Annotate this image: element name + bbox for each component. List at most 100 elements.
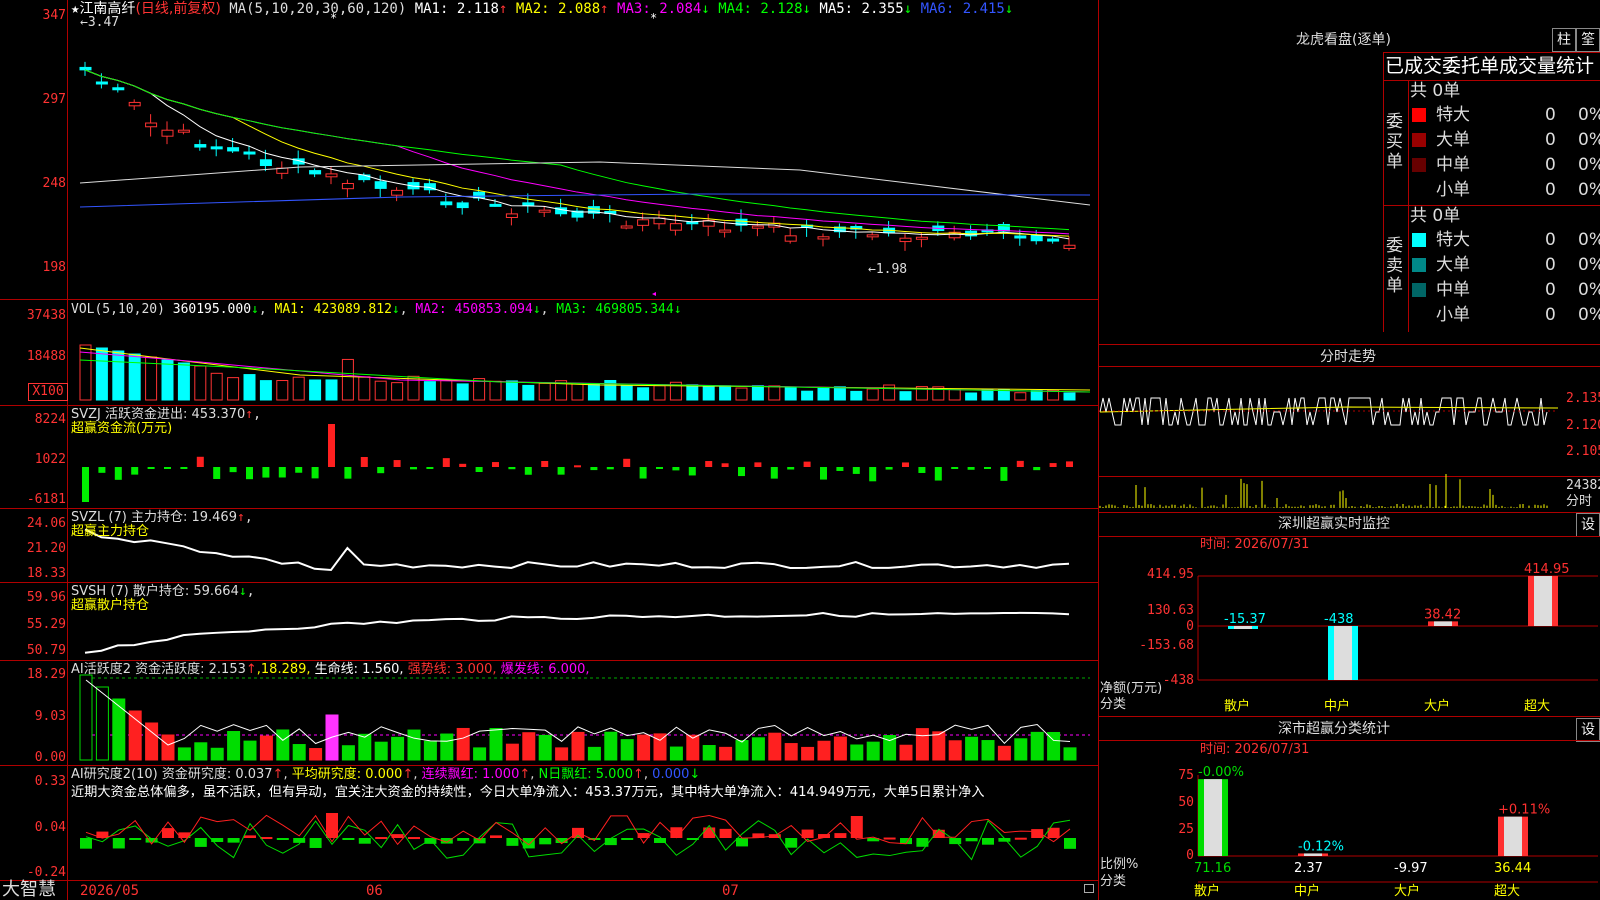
candle-body [538,209,551,213]
ai2-axis-bot: -0.24 [26,865,66,880]
ma6-value: MA6: 2.415↓ [920,1,1014,17]
svzj-bar [590,467,598,471]
svzj-bar [393,460,401,467]
svzj-bar [869,467,877,482]
ai1-bar [768,732,782,761]
svzj-bar [1033,467,1041,471]
chart-mode[interactable]: (日线,前复权) [135,1,220,17]
sz-bar-label-3: 414.95 [1524,562,1570,577]
candle-body [309,170,322,175]
ai2-bar [457,838,470,841]
volume-bar [735,387,748,401]
volume-bar [653,385,666,401]
ss-top-label-1: -0.12% [1298,839,1344,854]
svzj-bar [984,467,991,469]
ai1-bar [817,740,831,761]
candle-body [177,129,190,133]
date-label-may: 2026/05 [80,883,140,899]
ai2-bar [162,828,174,838]
ai2-header: AI研究度2(10) 资金研究度: 0.037↑, 平均研究度: 0.000↑,… [71,767,701,782]
ai1-bar [784,743,798,761]
ai1-bar [915,728,929,761]
ai1-bar [751,737,765,761]
vol-header: VOL(5,10,20) 360195.000↓, MA1: 423089.81… [71,302,682,317]
svzj-bar [475,467,483,473]
svzj-axis-bot: -6181 [26,492,66,507]
candle-body [194,144,207,148]
svzj-bar [295,467,303,473]
app-logo[interactable]: 大智慧 [2,880,56,900]
candle-body [95,81,108,85]
ai2-bar [375,837,388,840]
vol-unit-box[interactable]: X100 [28,383,68,401]
ma60-line [79,161,1091,206]
ai2-bar [785,838,798,848]
svzj-bar [508,467,516,470]
sz-bar-label-0: -15.37 [1224,612,1266,627]
volume-bar [489,380,502,401]
volume-bar [801,390,814,401]
candle-body [489,203,502,207]
candle-body [1030,234,1043,242]
volume-bar [833,386,846,401]
candle-body [505,213,518,218]
ai2-bar [342,838,355,840]
candle-body [669,223,682,231]
volume-bar [997,389,1010,401]
volume-bar [210,372,223,401]
ai1-bar [637,734,651,761]
candle-body [243,151,256,155]
ss-cat-label-2: 大户 [1394,883,1420,899]
candle-body [751,225,764,229]
svzl-axis-bot: 18.33 [26,566,66,581]
ai2-bar [129,838,142,840]
main-chart-canvas[interactable]: * * [0,0,1098,900]
candle-body [784,235,797,242]
ai1-bar [489,728,503,761]
ai2-description: 近期大资金总体偏多，虽不活跃，但有异动，宜关注大资金的持续性，今日大单净流入：4… [71,785,985,800]
svzj-bar [705,461,713,467]
svzj-bar [114,467,122,480]
svzj-bar [1049,463,1057,467]
volume-bar [374,380,387,401]
candle-body [341,183,354,190]
sz-cat-label-0: 散户 [1224,698,1250,714]
ai1-bar [571,731,585,761]
svzj-bar [738,467,745,477]
svzj-bar [229,467,237,473]
ai2-bar [982,838,994,845]
ai1-bar [128,710,142,761]
volume-bar [948,388,961,401]
ai2-bar [883,837,896,840]
candle-body [719,229,732,233]
ai1-bar [79,674,93,761]
candle-body [374,181,387,189]
sz-cat-label-3: 超大 [1524,699,1550,714]
ai1-bar [374,741,388,761]
ai1-axis-mid: 9.03 [34,709,66,724]
svzj-bar [492,462,499,467]
svzj-bar [770,467,778,479]
sz-bar-shine-3 [1534,576,1552,626]
ai1-bar [276,729,290,761]
svzl-line [84,528,1070,571]
svzj-bar [213,467,221,479]
volume-bar [883,384,896,401]
ai1-bar [965,736,979,761]
ai1-bar [620,739,634,761]
vol-axis-top: 37438 [26,308,66,323]
ai1-bar [227,731,241,761]
ai2-bar [260,837,273,840]
ss-bottom-label-3: 36.44 [1494,861,1531,876]
ai1-bar [456,727,470,761]
ai1-bar [259,735,273,761]
svzj-bar [164,467,171,469]
ss-bar-shine-0 [1204,779,1222,856]
ss-cat-label-1: 中户 [1294,883,1320,899]
volume-bar [128,353,141,401]
ai2-bar [408,837,420,840]
candle-body [325,173,338,178]
volume-bar [276,380,289,401]
lock-icon[interactable] [1084,884,1094,893]
ai1-bar [587,746,601,761]
